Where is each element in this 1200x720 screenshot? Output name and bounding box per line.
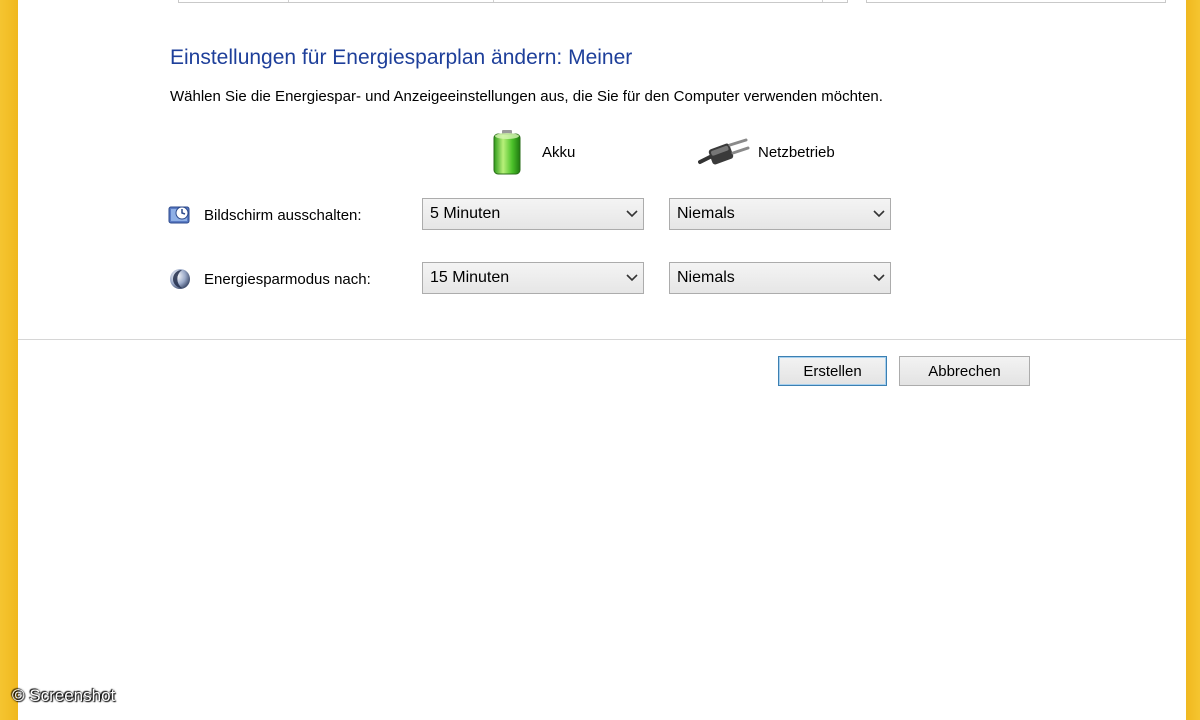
setting-label-sleep: Energiesparmodus nach: [204,270,371,288]
battery-icon [490,128,524,176]
sleep-plugged-select[interactable]: Niemals [669,262,891,294]
column-header-battery: Akku [490,128,575,176]
power-plan-window: Einstellungen für Energiesparplan ändern… [18,0,1186,720]
chevron-down-icon [621,274,643,282]
window-frame-right [1186,0,1200,720]
page-subtitle: Wählen Sie die Energiespar- und Anzeigee… [170,88,883,105]
address-separator [493,0,494,2]
search-input[interactable] [866,0,1166,3]
select-value: 15 Minuten [430,269,510,286]
sleep-battery-select[interactable]: 15 Minuten [422,262,644,294]
chevron-down-icon [868,210,890,218]
address-separator [822,0,823,2]
setting-row-display-off: Bildschirm ausschalten: [168,198,362,232]
select-value: Niemals [677,205,735,222]
setting-label-display-off: Bildschirm ausschalten: [204,206,362,224]
chevron-down-icon [868,274,890,282]
column-label-plugged-in: Netzbetrieb [758,143,835,161]
cancel-button[interactable]: Abbrechen [899,356,1030,386]
sleep-moon-icon [168,267,192,291]
power-plug-icon [698,132,750,172]
display-off-plugged-select[interactable]: Niemals [669,198,891,230]
address-separator [288,0,289,2]
display-off-icon [168,203,192,227]
address-bar[interactable] [178,0,848,3]
page-title: Einstellungen für Energiesparplan ändern… [170,46,633,69]
setting-row-sleep: Energiesparmodus nach: [168,262,371,296]
create-button[interactable]: Erstellen [778,356,887,386]
chevron-down-icon [621,210,643,218]
display-off-battery-select[interactable]: 5 Minuten [422,198,644,230]
section-divider [18,339,1186,340]
select-value: Niemals [677,269,735,286]
column-label-battery: Akku [542,143,576,161]
select-value: 5 Minuten [430,205,501,222]
column-header-plugged-in: Netzbetrieb [698,128,835,176]
window-frame-left [0,0,18,720]
screenshot-watermark: © Screenshot [12,686,116,705]
